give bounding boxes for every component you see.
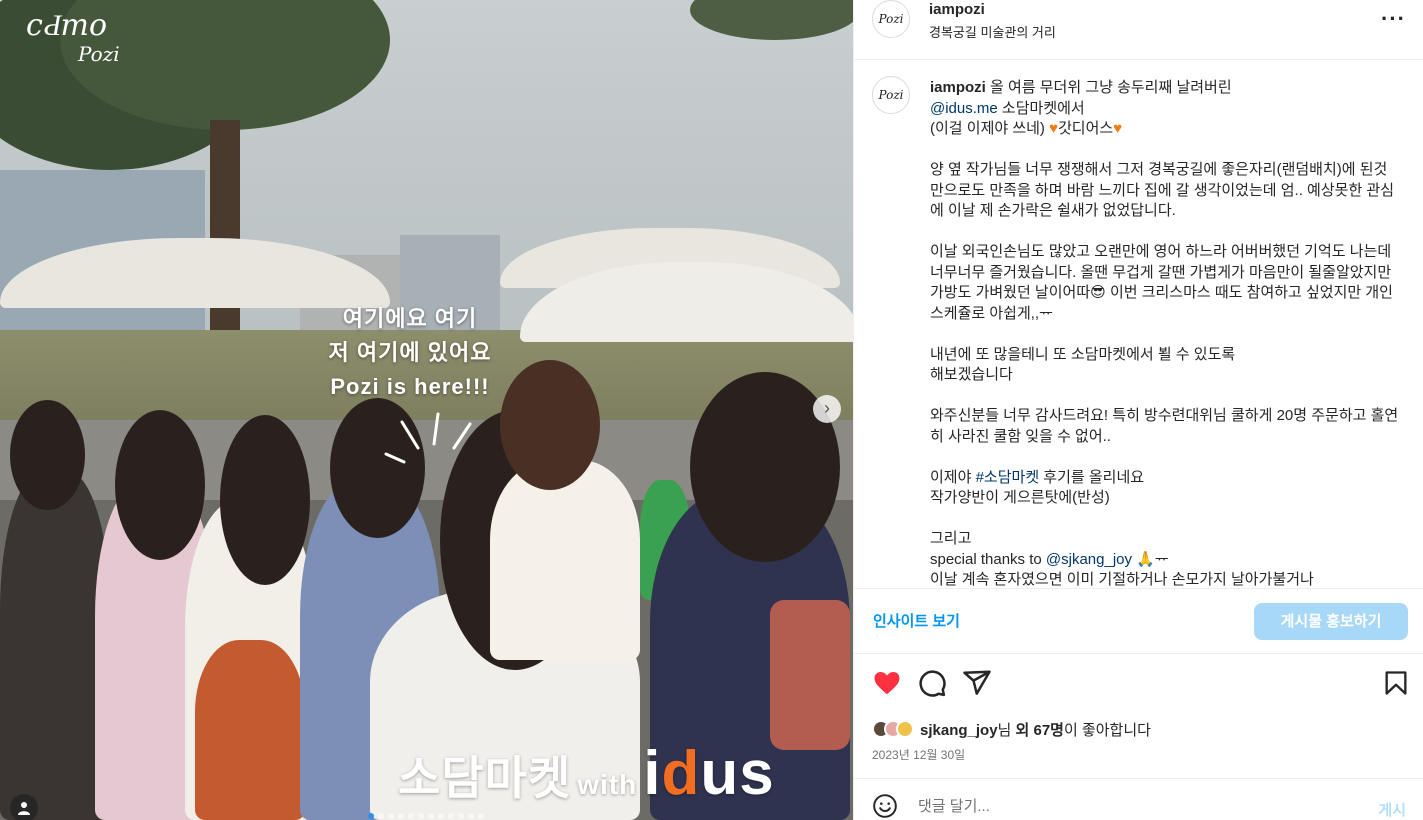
carousel-dot <box>418 813 424 819</box>
caption-line2: 소담마켓에서 <box>997 99 1085 117</box>
caption-username[interactable]: iampozi <box>930 79 986 96</box>
carousel-dot <box>388 813 394 819</box>
caption-text-part: 후기를 올리네요 <box>1039 468 1145 486</box>
post-comment-button[interactable]: 게시 <box>1378 799 1406 820</box>
more-horizontal-icon: ··· <box>1381 6 1406 31</box>
caption-text-part: 이제야 <box>930 468 976 486</box>
comment-icon[interactable] <box>917 668 947 698</box>
caption-line: iampozi 올 여름 무더위 그냥 송두리째 날려버린 <box>930 78 1400 99</box>
carousel-dot <box>428 813 434 819</box>
brand-sodam: 소담마켓 <box>398 752 572 804</box>
caption-line: (이걸 이제야 쓰네) ♥갓디어스♥ <box>930 119 1400 140</box>
mention-link[interactable]: @sjkang_joy <box>1046 551 1132 568</box>
caption-text-part: special thanks to <box>930 550 1046 568</box>
caption-line: @idus.me 소담마켓에서 <box>930 99 1400 120</box>
photo-person <box>490 460 640 660</box>
photo-person-hair <box>115 410 205 560</box>
caption-line: 해보겠습니다 <box>930 366 1013 383</box>
promo-bar: 인사이트 보기 게시물 홍보하기 <box>854 588 1423 654</box>
bookmark-icon[interactable] <box>1382 668 1410 698</box>
market-brand: 소담마켓 withidus <box>398 738 775 809</box>
more-options-button[interactable]: ··· <box>1381 6 1406 32</box>
carousel-dot <box>458 813 464 819</box>
brand-idus-d: d <box>661 739 701 808</box>
caption-line3b: 갓디어스 <box>1058 120 1114 137</box>
comment-bar: 게시 <box>854 778 1423 820</box>
header-username[interactable]: iampozi <box>929 1 985 18</box>
avatar[interactable]: Pozi <box>872 0 910 38</box>
brand-idus-us: us <box>700 739 775 808</box>
watermark-text: cԀmo <box>26 8 108 43</box>
likes-tail: 이 좋아합니다 <box>1063 721 1151 739</box>
post-viewer: cԀmo Pozi 여기에요 여기 저 여기에 있어요 Pozi is here… <box>0 0 1423 820</box>
caption-scroll-area[interactable]: Pozi iampozi 올 여름 무더위 그냥 송두리째 날려버린 @idus… <box>854 60 1423 588</box>
liker-avatar <box>896 720 914 738</box>
caption-line1: 올 여름 무더위 그냥 송두리째 날려버린 <box>985 79 1232 96</box>
watermark-logo: cԀmo Pozi <box>26 11 120 68</box>
action-bar <box>854 664 1423 704</box>
carousel-dot <box>438 813 444 819</box>
orange-heart-icon: ♥ <box>1113 120 1123 137</box>
view-insights-link[interactable]: 인사이트 보기 <box>873 610 960 631</box>
carousel-dot <box>478 813 484 819</box>
likes-summary[interactable]: sjkang_joy님 외 67명이 좋아합니다 <box>872 716 1151 742</box>
caption-paragraph: 이날 외국인손님도 많았고 오랜만에 영어 하느라 어버버했던 기억도 나는데 … <box>930 243 1393 322</box>
share-icon[interactable] <box>962 668 992 698</box>
orange-heart-icon: ♥ <box>1049 120 1058 137</box>
comment-input[interactable] <box>918 798 1338 815</box>
carousel-dot <box>398 813 404 819</box>
brand-idus: idus <box>643 739 774 808</box>
caption-line: 이제야 #소담마켓 후기를 올리네요 <box>930 468 1400 489</box>
carousel-dot <box>448 813 454 819</box>
photo-person <box>770 600 850 750</box>
overlay-caption: 여기에요 여기 저 여기에 있어요 Pozi is here!!! <box>300 302 520 404</box>
carousel-dot <box>468 813 474 819</box>
post-date[interactable]: 2023년 12월 30일 <box>872 746 965 763</box>
sparkle-lines-icon <box>384 412 472 464</box>
likes-count[interactable]: 외 67명 <box>1016 722 1064 739</box>
overlay-line: Pozi is here!!! <box>330 374 490 399</box>
photo-person-hair <box>220 415 310 585</box>
overlay-line: 저 여기에 있어요 <box>328 340 492 365</box>
photo-person-hair <box>10 400 85 510</box>
carousel-dot <box>378 813 384 819</box>
caption-line3: (이걸 이제야 쓰네) <box>930 120 1050 137</box>
next-slide-button[interactable]: › <box>813 395 841 423</box>
liker-username[interactable]: sjkang_joy <box>920 722 998 739</box>
brand-idus-i: i <box>643 739 662 808</box>
brand-with: with <box>577 769 638 800</box>
caption-paragraph: 와주신분들 너무 감사드려요! 특히 방수련대위님 쿨하게 20명 주문하고 홀… <box>930 407 1399 445</box>
caption-line: 작가양반이 게으른탓에(반성) <box>930 489 1110 506</box>
header-location[interactable]: 경복궁길 미술관의 거리 <box>929 22 1056 41</box>
post-image[interactable]: cԀmo Pozi 여기에요 여기 저 여기에 있어요 Pozi is here… <box>0 0 853 820</box>
caption-paragraph: 양 옆 작가님들 너무 쟁쟁해서 그저 경복궁길에 좋은자리(랜덤배치)에 된것… <box>930 161 1395 219</box>
caption-line: 내년에 또 많을테니 또 소담마켓에서 뵐 수 있도록 <box>930 345 1236 363</box>
caption-line: 이날 계속 혼자였으면 이미 기절하거나 손모가지 날아가불거나 <box>930 571 1314 588</box>
caption-avatar[interactable]: Pozi <box>872 76 910 114</box>
likes-text: sjkang_joy님 외 67명이 좋아합니다 <box>920 719 1151 740</box>
carousel-dot <box>368 813 374 819</box>
caption-line: special thanks to @sjkang_joy 🙏ᅲ <box>930 550 1400 571</box>
photo-person <box>195 640 305 820</box>
carousel-dot <box>408 813 414 819</box>
post-side-panel: Pozi iampozi 경복궁길 미술관의 거리 ··· Pozi iampo… <box>853 0 1423 820</box>
carousel-dots <box>368 813 484 819</box>
overlay-line: 여기에요 여기 <box>342 306 478 331</box>
likes-mid: 님 <box>997 721 1016 739</box>
hashtag-link[interactable]: #소담마켓 <box>976 469 1040 486</box>
person-icon <box>18 802 30 815</box>
tagged-users-button[interactable] <box>10 794 38 820</box>
heart-filled-icon[interactable] <box>872 668 902 698</box>
caption-text: iampozi 올 여름 무더위 그냥 송두리째 날려버린 @idus.me 소… <box>930 78 1400 588</box>
watermark-subtext: Pozi <box>78 42 120 66</box>
chevron-right-icon: › <box>824 398 830 418</box>
photo-person <box>0 470 110 820</box>
caption-text-part: 🙏ᅲ <box>1132 550 1169 568</box>
emoji-icon[interactable] <box>872 793 898 819</box>
mention-link[interactable]: @idus.me <box>930 100 998 117</box>
boost-post-button[interactable]: 게시물 홍보하기 <box>1254 603 1408 640</box>
caption-line: 그리고 <box>930 530 972 547</box>
post-header: Pozi iampozi 경복궁길 미술관의 거리 ··· <box>854 0 1423 60</box>
